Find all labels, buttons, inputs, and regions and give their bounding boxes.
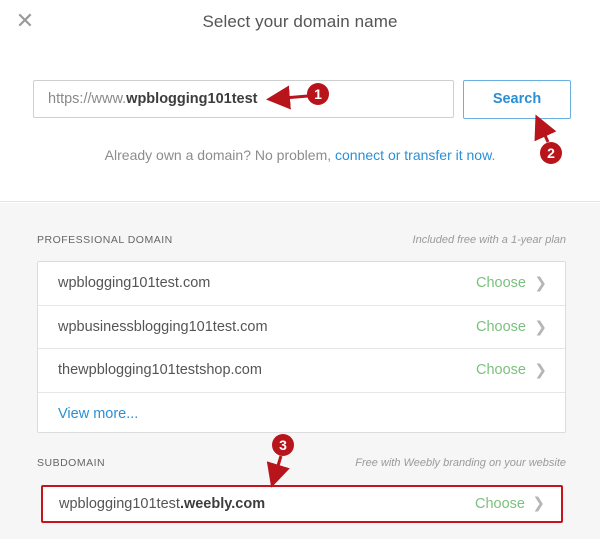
choose-link[interactable]: Choose <box>476 306 526 349</box>
domain-name: thewpblogging101testshop.com <box>58 362 262 378</box>
dialog-title: Select your domain name <box>202 12 398 31</box>
chevron-right-icon: ❯ <box>534 275 547 292</box>
view-more-link[interactable]: View more... <box>58 406 138 422</box>
search-value: wpblogging101test <box>126 91 258 107</box>
chevron-right-icon: ❯ <box>534 362 547 379</box>
choose-link[interactable]: Choose <box>476 349 526 392</box>
url-prefix: https://www. <box>48 91 127 107</box>
connect-transfer-link[interactable]: connect or transfer it now <box>335 147 491 163</box>
domain-name: wpblogging101test.com <box>58 275 211 291</box>
already-own-domain-text: Already own a domain? No problem, connec… <box>0 147 600 163</box>
professional-domain-note: Included free with a 1-year plan <box>412 234 566 246</box>
already-own-suffix: . <box>491 147 496 163</box>
domain-row[interactable]: wpblogging101test.com Choose ❯ <box>38 262 565 306</box>
already-own-text: Already own a domain? No problem, <box>104 147 336 163</box>
domain-search-panel: ✕ Select your domain name https://www.wp… <box>0 0 600 202</box>
view-more-row[interactable]: View more... <box>38 393 565 437</box>
subdomain-row[interactable]: wpblogging101test.weebly.com Choose ❯ <box>41 485 563 523</box>
domain-row[interactable]: wpbusinessblogging101test.com Choose ❯ <box>38 306 565 349</box>
choose-link[interactable]: Choose <box>475 487 525 521</box>
professional-domain-label: PROFESSIONAL DOMAIN <box>37 234 173 246</box>
domain-name: wpbusinessblogging101test.com <box>58 318 268 335</box>
subdomain-name: wpblogging101test <box>59 496 180 512</box>
domain-row[interactable]: thewpblogging101testshop.com Choose ❯ <box>38 349 565 393</box>
annotation-marker-3: 3 <box>272 434 294 456</box>
chevron-right-icon: ❯ <box>534 318 547 336</box>
domain-search-input[interactable]: https://www.wpblogging101test <box>33 80 454 118</box>
choose-link[interactable]: Choose <box>476 262 526 305</box>
subdomain-label: SUBDOMAIN <box>37 457 106 469</box>
professional-domain-list: wpblogging101test.com Choose ❯ wpbusines… <box>37 261 566 433</box>
search-button[interactable]: Search <box>463 80 571 119</box>
annotation-marker-2: 2 <box>540 142 562 164</box>
subdomain-suffix: .weebly.com <box>179 496 266 512</box>
subdomain-note: Free with Weebly branding on your websit… <box>355 457 566 469</box>
annotation-marker-1: 1 <box>307 83 329 105</box>
chevron-right-icon: ❯ <box>532 495 545 512</box>
